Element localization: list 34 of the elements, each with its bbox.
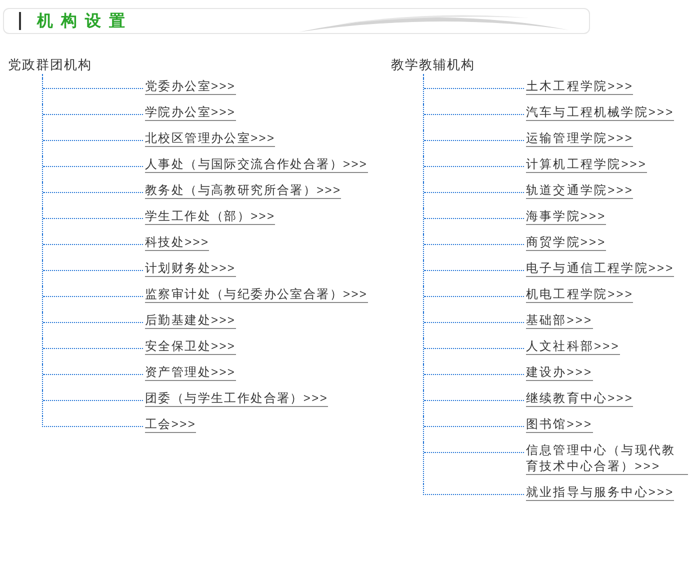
title-marker-icon [19, 12, 21, 30]
department-link[interactable]: 建设办>>> [526, 364, 593, 381]
department-link[interactable]: 就业指导与服务中心>>> [526, 484, 674, 501]
department-link[interactable]: 海事学院>>> [526, 208, 606, 225]
department-link[interactable]: 党委办公室>>> [145, 78, 236, 95]
department-link[interactable]: 基础部>>> [526, 312, 593, 329]
department-link[interactable]: 运输管理学院>>> [526, 130, 634, 147]
department-link[interactable]: 资产管理处>>> [145, 364, 236, 381]
department-link[interactable]: 汽车与工程机械学院>>> [526, 104, 674, 121]
department-link[interactable]: 教务处（与高教研究所合署）>>> [145, 182, 342, 199]
department-link[interactable]: 北校区管理办公室>>> [145, 130, 276, 147]
department-link[interactable]: 信息管理中心（与现代教育技术中心合署）>>> [526, 442, 688, 475]
department-link[interactable]: 轨道交通学院>>> [526, 182, 634, 199]
department-link[interactable]: 计划财务处>>> [145, 260, 236, 277]
department-link[interactable]: 安全保卫处>>> [145, 338, 236, 355]
department-link[interactable]: 电子与通信工程学院>>> [526, 260, 674, 277]
department-link[interactable]: 学生工作处（部）>>> [145, 208, 276, 225]
section-heading: 教学教辅机构 [391, 58, 476, 74]
department-link[interactable]: 团委（与学生工作处合署）>>> [145, 390, 328, 407]
department-link[interactable]: 人文社科部>>> [526, 338, 620, 355]
department-link[interactable]: 后勤基建处>>> [145, 312, 236, 329]
page-title: 机构设置 [37, 10, 133, 32]
department-link[interactable]: 工会>>> [145, 416, 196, 433]
department-link[interactable]: 计算机工程学院>>> [526, 156, 648, 173]
department-link[interactable]: 土木工程学院>>> [526, 78, 634, 95]
department-link[interactable]: 科技处>>> [145, 234, 210, 251]
section-heading: 党政群团机构 [8, 58, 93, 74]
department-link[interactable]: 机电工程学院>>> [526, 286, 634, 303]
department-link[interactable]: 人事处（与国际交流合作处合署）>>> [145, 156, 368, 173]
department-link[interactable]: 图书馆>>> [526, 416, 593, 433]
department-link[interactable]: 学院办公室>>> [145, 104, 236, 121]
department-link[interactable]: 继续教育中心>>> [526, 390, 634, 407]
department-link[interactable]: 监察审计处（与纪委办公室合署）>>> [145, 286, 368, 303]
department-link[interactable]: 商贸学院>>> [526, 234, 606, 251]
